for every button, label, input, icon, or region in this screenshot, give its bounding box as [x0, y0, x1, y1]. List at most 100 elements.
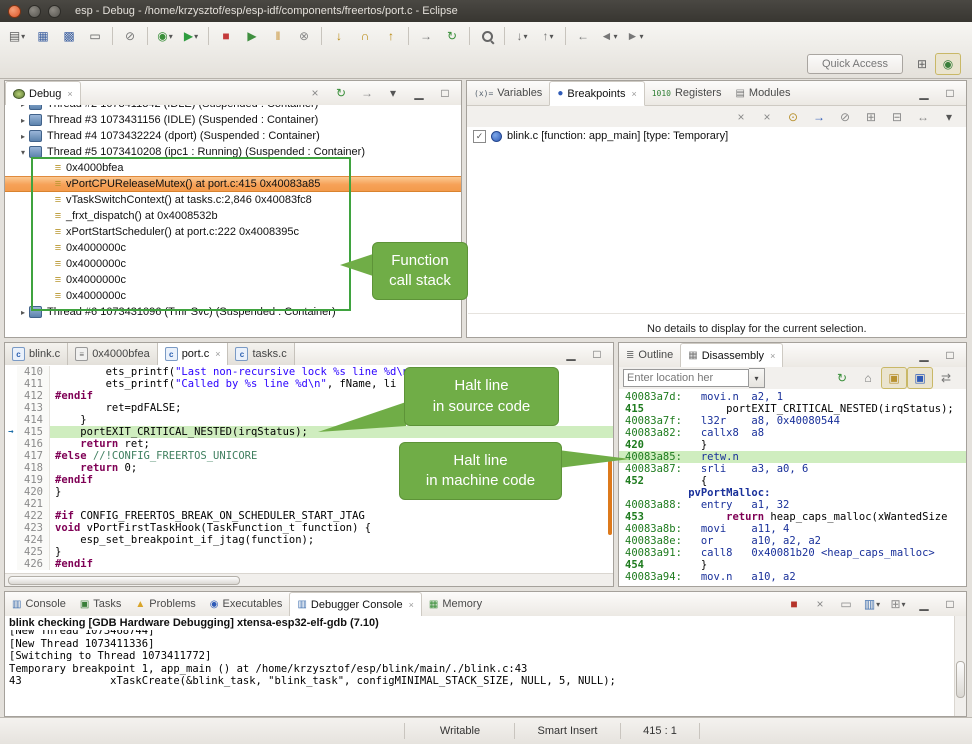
link-with-debug-view-icon[interactable]: ↔: [910, 106, 936, 128]
maximize-icon[interactable]: □: [937, 593, 963, 615]
console-scrollbar[interactable]: [954, 616, 966, 716]
home-icon[interactable]: ⌂: [855, 367, 881, 389]
annotation-ruler[interactable]: [5, 486, 17, 498]
tab-debug[interactable]: Debug×: [5, 81, 81, 106]
location-dropdown-icon[interactable]: [749, 368, 765, 388]
thread-row[interactable]: ▸Thread #2 1073411342 (IDLE) (Suspended …: [5, 105, 461, 112]
tab-0x4000bfea[interactable]: ≡0x4000bfea: [68, 343, 158, 365]
annotation-ruler[interactable]: [5, 558, 17, 570]
terminate-icon[interactable]: ■: [213, 25, 239, 47]
close-tab-icon[interactable]: ×: [631, 89, 636, 99]
save-all-icon[interactable]: ▩: [56, 25, 82, 47]
tab-tasks-c[interactable]: ctasks.c: [228, 343, 294, 365]
editor-horizontal-scrollbar[interactable]: [5, 573, 613, 586]
console-scrollbar-thumb[interactable]: [956, 661, 965, 698]
annotation-ruler[interactable]: [5, 414, 17, 426]
last-edit-location-icon[interactable]: ←: [570, 25, 596, 47]
previous-annotation-icon[interactable]: ↑▾: [535, 25, 561, 47]
annotation-ruler[interactable]: [5, 498, 17, 510]
disconnect-icon[interactable]: ⊗: [291, 25, 317, 47]
expander-icon[interactable]: ▸: [17, 105, 29, 109]
tab-problems[interactable]: ▲Problems: [128, 592, 202, 616]
annotation-ruler[interactable]: [5, 402, 17, 414]
maximize-icon[interactable]: □: [937, 82, 963, 104]
code-text[interactable]: esp_set_breakpoint_if_jtag(function);: [50, 534, 613, 546]
expander-icon[interactable]: ▸: [17, 132, 29, 141]
tab-variables[interactable]: (x)=Variables: [467, 81, 549, 105]
console-output[interactable]: [New Thread 1073468744][New Thread 10734…: [5, 630, 954, 716]
annotation-ruler[interactable]: [5, 378, 17, 390]
restart-icon[interactable]: ↻: [328, 82, 354, 104]
minimize-icon[interactable]: ▁: [911, 593, 937, 615]
expander-icon[interactable]: ▾: [17, 148, 29, 157]
tab-executables[interactable]: ◉Executables: [203, 592, 290, 616]
breakpoint-checkbox[interactable]: [473, 130, 486, 143]
thread-row[interactable]: ▾Thread #5 1073410208 (ipc1 : Running) (…: [5, 144, 461, 160]
instruction-pointer-icon[interactable]: →: [5, 426, 17, 438]
annotation-ruler[interactable]: [5, 474, 17, 486]
disassembly-line[interactable]: 40083a94: mov.n a10, a2: [625, 571, 966, 583]
terminate-icon[interactable]: ■: [781, 593, 807, 615]
instruction-stepping-mode-icon[interactable]: →: [354, 82, 380, 104]
skip-all-breakpoints-icon[interactable]: ⊘: [832, 106, 858, 128]
tab-outline[interactable]: ≣Outline: [619, 343, 680, 367]
breakpoint-item[interactable]: blink.c [function: app_main] [type: Temp…: [467, 127, 966, 145]
close-tab-icon[interactable]: ×: [409, 600, 414, 610]
annotation-ruler[interactable]: [5, 546, 17, 558]
annotation-ruler[interactable]: [5, 534, 17, 546]
clear-console-icon[interactable]: ▭: [833, 593, 859, 615]
restart-icon[interactable]: ↻: [439, 25, 465, 47]
code-text[interactable]: #if CONFIG_FREERTOS_BREAK_ON_SCHEDULER_S…: [50, 510, 613, 522]
tab-breakpoints[interactable]: ●Breakpoints×: [549, 81, 644, 106]
step-over-icon[interactable]: ∩: [352, 25, 378, 47]
view-menu-icon[interactable]: ▾: [380, 82, 406, 104]
view-menu-icon[interactable]: ▾: [936, 106, 962, 128]
minimize-icon[interactable]: ▁: [558, 343, 584, 365]
disassembly-line[interactable]: 40083a88: entry a1, 32: [625, 499, 966, 511]
thread-row[interactable]: ▸Thread #4 1073432224 (dport) (Suspended…: [5, 128, 461, 144]
thread-row[interactable]: ▸Thread #6 1073431096 (Tmr Svc) (Suspend…: [5, 304, 461, 320]
expand-all-icon[interactable]: ⊞: [858, 106, 884, 128]
instruction-stepping-icon[interactable]: →: [413, 25, 439, 47]
open-perspective-icon[interactable]: ⊞: [909, 53, 935, 75]
disassembly-line[interactable]: 420 }: [625, 439, 966, 451]
next-annotation-icon[interactable]: ↓▾: [509, 25, 535, 47]
remove-all-terminated-icon[interactable]: ×: [302, 82, 328, 104]
suspend-icon[interactable]: ‖: [265, 25, 291, 47]
remove-breakpoint-icon[interactable]: ×: [728, 106, 754, 128]
minimize-icon[interactable]: ▁: [406, 82, 432, 104]
skip-all-breakpoints-icon[interactable]: ⊘: [117, 25, 143, 47]
disassembly-line[interactable]: 415 portEXIT_CRITICAL_NESTED(irqStatus);: [625, 403, 966, 415]
debug-icon[interactable]: ◉▾: [152, 25, 178, 47]
disassembly-line[interactable]: 452 {: [625, 475, 966, 487]
thread-row[interactable]: ▸Thread #3 1073431156 (IDLE) (Suspended …: [5, 112, 461, 128]
tab-modules[interactable]: ▤Modules: [728, 81, 797, 105]
disassembly-listing[interactable]: 40083a7d: movi.n a2, 1415 portEXIT_CRITI…: [619, 389, 966, 586]
annotation-ruler[interactable]: [5, 390, 17, 402]
back-icon[interactable]: ◄▾: [596, 25, 622, 47]
tab-registers[interactable]: 1010Registers: [645, 81, 729, 105]
stack-frame-row[interactable]: ≡xPortStartScheduler() at port.c:222 0x4…: [5, 224, 461, 240]
disassembly-line[interactable]: 40083a7f: l32r a8, 0x40080544: [625, 415, 966, 427]
disassembly-line[interactable]: 453 return heap_caps_malloc(xWantedSize: [625, 511, 966, 523]
remove-all-breakpoints-icon[interactable]: ×: [754, 106, 780, 128]
tab-blink-c[interactable]: cblink.c: [5, 343, 68, 365]
annotation-ruler[interactable]: [5, 450, 17, 462]
minimize-icon[interactable]: ▁: [911, 344, 937, 366]
stack-frame-row[interactable]: ≡0x4000bfea: [5, 160, 461, 176]
stack-frame-row[interactable]: ≡_frxt_dispatch() at 0x4008532b: [5, 208, 461, 224]
open-console-icon[interactable]: ⊞▾: [885, 593, 911, 615]
minimize-window-button[interactable]: [28, 5, 41, 18]
collapse-all-icon[interactable]: ⊟: [884, 106, 910, 128]
go-to-file-for-breakpoint-icon[interactable]: →: [806, 106, 832, 128]
close-tab-icon[interactable]: ×: [770, 351, 775, 361]
expander-icon[interactable]: ▸: [17, 308, 29, 317]
annotation-ruler[interactable]: [5, 462, 17, 474]
tab-console[interactable]: ▥Console: [5, 592, 73, 616]
code-text[interactable]: }: [50, 546, 613, 558]
expander-icon[interactable]: ▸: [17, 116, 29, 125]
disassembly-line[interactable]: 40083a87: srli a3, a0, 6: [625, 463, 966, 475]
disassembly-line[interactable]: 40083a91: call8 0x40081b20 <heap_caps_ma…: [625, 547, 966, 559]
debug-perspective-icon[interactable]: ◉: [935, 53, 961, 75]
display-selected-console-icon[interactable]: ▥▾: [859, 593, 885, 615]
